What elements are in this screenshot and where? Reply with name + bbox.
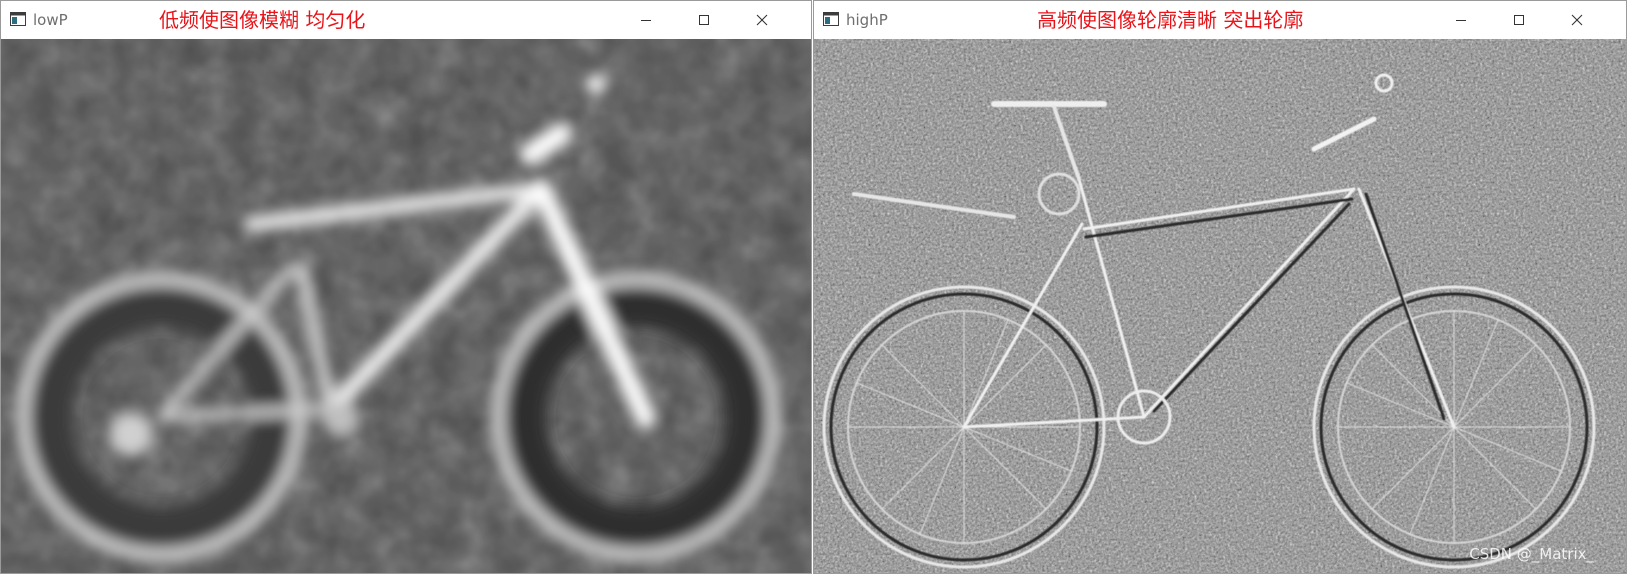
maximize-button[interactable] xyxy=(681,1,727,39)
window-highp[interactable]: highP 高频使图像轮廓清晰 突出轮廓 CSDN @_Matrix_ xyxy=(813,0,1627,574)
maximize-icon xyxy=(699,15,709,25)
image-canvas xyxy=(1,39,811,573)
window-title: lowP xyxy=(33,11,68,29)
close-button[interactable] xyxy=(1554,1,1600,39)
maximize-button[interactable] xyxy=(1496,1,1542,39)
minimize-icon xyxy=(641,20,651,21)
close-icon xyxy=(1571,14,1583,26)
high-pass-image xyxy=(814,39,1626,573)
title-bar[interactable]: lowP 低频使图像模糊 均匀化 xyxy=(1,1,811,39)
minimize-icon xyxy=(1456,20,1466,21)
window-title: highP xyxy=(846,11,888,29)
annotation-text: 低频使图像模糊 均匀化 xyxy=(159,8,366,32)
app-window-icon xyxy=(823,12,839,26)
minimize-button[interactable] xyxy=(623,1,669,39)
annotation-text: 高频使图像轮廓清晰 突出轮廓 xyxy=(1037,8,1304,32)
title-bar[interactable]: highP 高频使图像轮廓清晰 突出轮廓 xyxy=(814,1,1626,39)
image-canvas: CSDN @_Matrix_ xyxy=(814,39,1626,573)
maximize-icon xyxy=(1514,15,1524,25)
close-icon xyxy=(756,14,768,26)
close-button[interactable] xyxy=(739,1,785,39)
watermark-text: CSDN @_Matrix_ xyxy=(1469,545,1594,563)
minimize-button[interactable] xyxy=(1438,1,1484,39)
app-window-icon xyxy=(10,12,26,26)
window-lowp[interactable]: lowP 低频使图像模糊 均匀化 xyxy=(0,0,812,574)
low-pass-image xyxy=(1,39,811,573)
